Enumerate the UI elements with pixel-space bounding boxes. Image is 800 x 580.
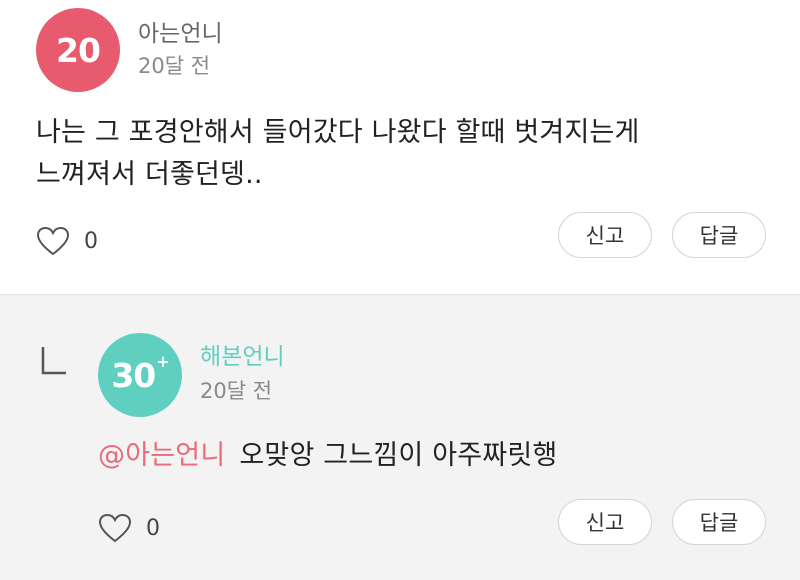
- comment-author[interactable]: 아는언니: [138, 14, 223, 48]
- like-button[interactable]: 0: [98, 513, 160, 543]
- reply-corner-icon: [40, 345, 68, 381]
- reply-button[interactable]: 답글: [672, 499, 766, 545]
- report-button[interactable]: 신고: [558, 499, 652, 545]
- like-count: 0: [84, 228, 98, 254]
- comment-item: 20 아는언니 20달 전 나는 그 포경안해서 들어갔다 나왔다 할때 벗겨지…: [0, 0, 800, 294]
- avatar-age-label: 30: [111, 355, 156, 395]
- like-button[interactable]: 0: [36, 226, 98, 256]
- comment-text: @아는언니 오맞앙 그느낌이 아주짜릿행: [98, 435, 778, 477]
- comment-time: 20달 전: [138, 54, 211, 78]
- mention-link[interactable]: @아는언니: [98, 440, 225, 471]
- heart-outline-icon: [98, 513, 132, 543]
- reply-item: 30 + 해본언니 20달 전 @아는언니 오맞앙 그느낌이 아주짜릿행 0 신고 …: [0, 294, 800, 580]
- heart-outline-icon: [36, 226, 70, 256]
- avatar-plus-badge: +: [156, 351, 169, 371]
- avatar[interactable]: 20: [36, 8, 120, 92]
- comment-text: 나는 그 포경안해서 들어갔다 나왔다 할때 벗겨지는게 느껴져서 더좋던뎅..: [36, 117, 640, 190]
- comment-time: 20달 전: [200, 379, 273, 403]
- avatar[interactable]: 30 +: [98, 333, 182, 417]
- report-button[interactable]: 신고: [558, 212, 652, 258]
- like-count: 0: [146, 515, 160, 541]
- reply-text: 오맞앙 그느낌이 아주짜릿행: [239, 440, 558, 471]
- reply-button[interactable]: 답글: [672, 212, 766, 258]
- avatar-age-label: 20: [56, 30, 101, 70]
- comment-author[interactable]: 해본언니: [200, 337, 285, 371]
